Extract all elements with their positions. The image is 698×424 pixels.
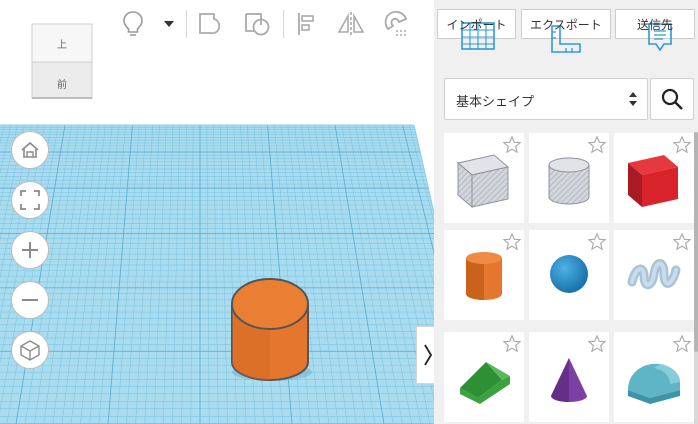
dropdown-caret-icon [164,21,174,27]
home-view-button[interactable] [11,131,49,169]
star-icon[interactable] [503,136,521,154]
shape-sphere[interactable] [529,230,609,320]
fit-view-icon [20,190,40,210]
shape-category-select[interactable]: 基本シェイプ [444,78,648,120]
magnet-icon [384,10,408,36]
toolbar-divider [283,10,284,38]
mirror-button[interactable] [334,6,368,42]
search-icon [661,88,683,110]
import-label: インポート [446,17,507,32]
toolbar-divider [186,10,187,38]
3d-viewport[interactable]: 上 前 [0,0,434,424]
viewcube-top-label: 上 [57,40,67,51]
perspective-icon [20,340,40,361]
group-button[interactable] [195,6,225,42]
shape-subtract-icon [245,13,270,36]
notes-dropdown[interactable] [158,6,180,42]
zoom-in-button[interactable] [11,231,49,269]
notes-button[interactable] [116,6,150,42]
cruise-button[interactable] [380,6,414,42]
zoom-in-icon [22,242,38,258]
shape-cylinder-hole[interactable] [529,133,609,223]
shape-category-value: 基本シェイプ [456,95,535,110]
lightbulb-icon [123,11,143,36]
home-view-icon [21,141,39,158]
view-cube[interactable]: 上 前 [26,22,98,102]
star-icon[interactable] [588,136,606,154]
align-button[interactable] [292,6,320,42]
star-icon[interactable] [588,335,606,353]
star-icon[interactable] [673,233,691,251]
perspective-button[interactable] [11,331,49,369]
shape-cylinder[interactable] [444,230,524,320]
send-to-button[interactable]: 送信先 [615,9,695,52]
shapes-panel: インポート エクスポート 送信先 基本シェイプ [434,0,698,424]
align-icon [298,13,314,35]
star-icon[interactable] [503,233,521,251]
chevron-right-icon [423,344,432,366]
shape-search-button[interactable] [650,78,694,120]
shape-roof[interactable] [444,332,524,422]
zoom-out-icon [22,299,38,301]
panel-scrollbar-thumb[interactable] [694,132,698,352]
shape-union-icon [199,13,221,35]
import-button[interactable]: インポート [437,9,516,50]
shape-box[interactable] [614,133,694,223]
star-icon[interactable] [673,136,691,154]
star-icon[interactable] [673,335,691,353]
select-arrows-icon [629,92,637,106]
scene-cylinder[interactable] [231,278,309,381]
panel-collapse-tab[interactable] [416,326,434,384]
shape-box-hole[interactable] [444,133,524,223]
send-to-label: 送信先 [636,17,673,32]
zoom-out-button[interactable] [11,281,49,319]
shape-cone[interactable] [529,332,609,422]
viewcube-front-label: 前 [57,80,67,91]
export-button[interactable]: エクスポート [521,9,611,53]
export-label: エクスポート [530,17,602,32]
star-icon[interactable] [588,233,606,251]
shape-round-roof[interactable] [614,332,694,422]
mirror-icon [337,12,365,36]
star-icon[interactable] [503,335,521,353]
ungroup-button[interactable] [241,6,273,42]
shape-scribble[interactable] [614,230,694,320]
fit-view-button[interactable] [11,181,49,219]
